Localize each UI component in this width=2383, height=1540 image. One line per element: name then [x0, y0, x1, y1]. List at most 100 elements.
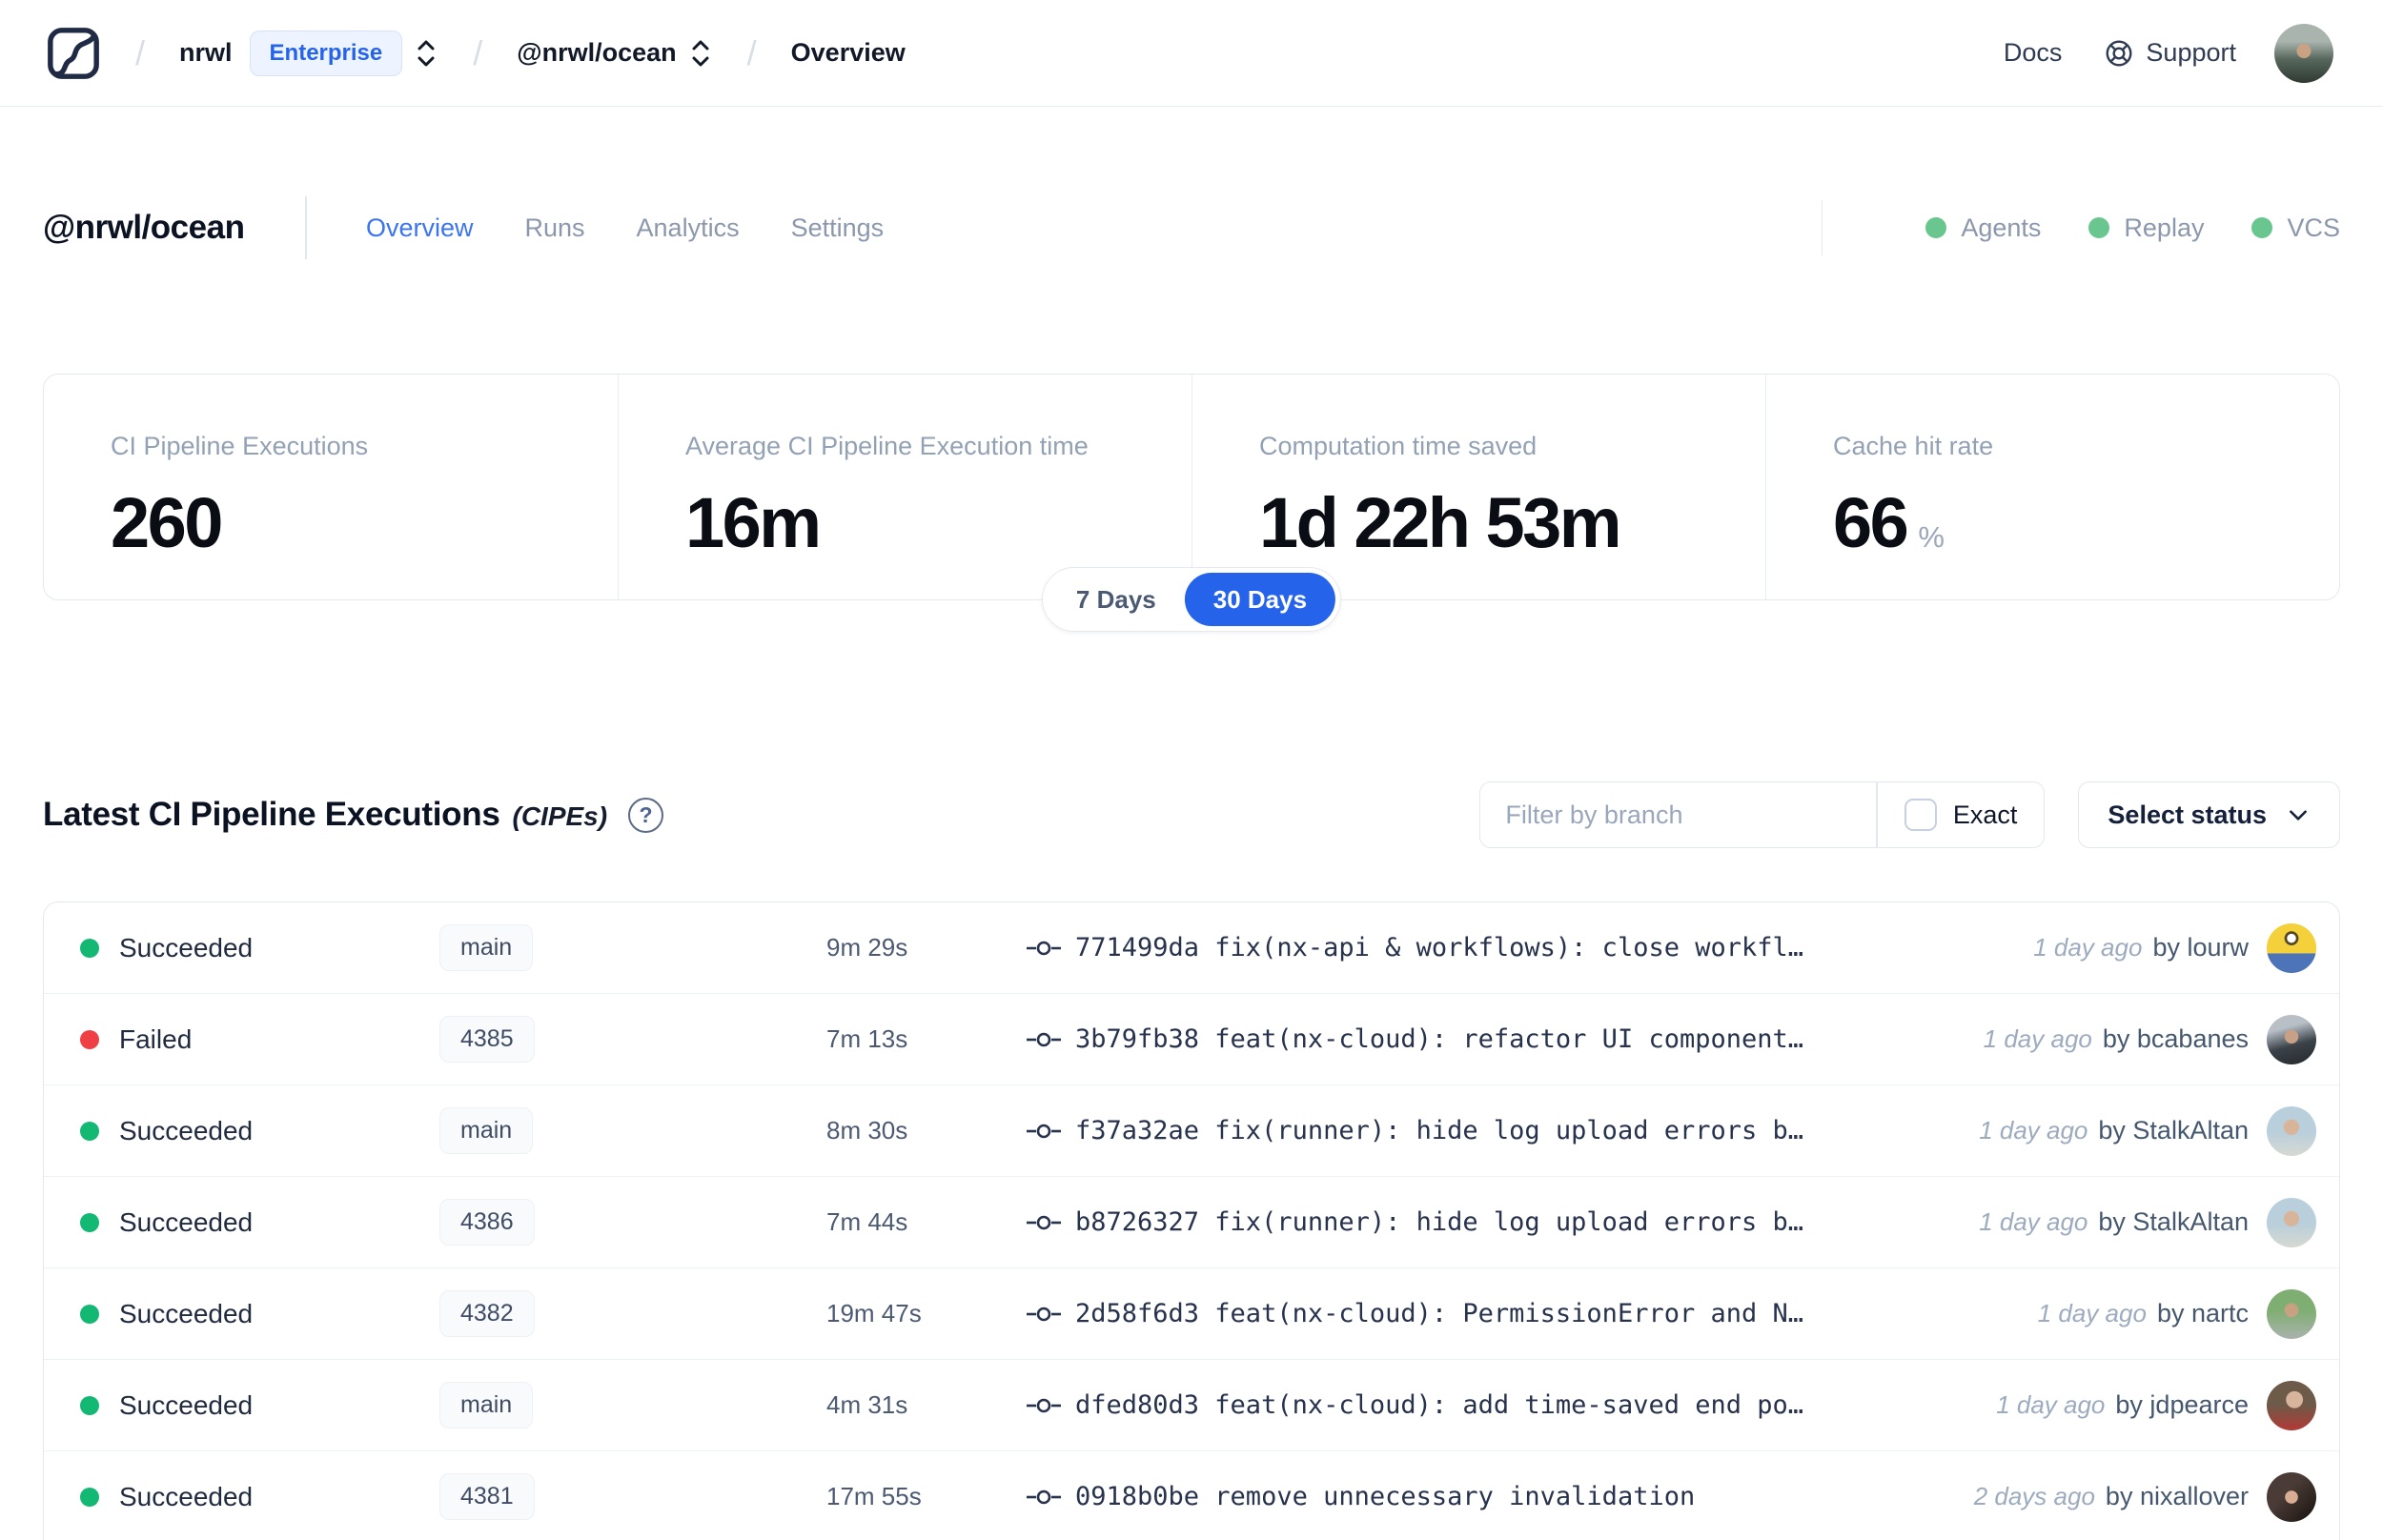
commit-message[interactable]: 3b79fb38 feat(nx-cloud): refactor UI com…	[1075, 1024, 1803, 1054]
breadcrumb-workspace[interactable]: @nrwl/ocean	[517, 38, 676, 68]
status-label: Succeeded	[119, 932, 254, 962]
status-dot-icon	[80, 1212, 99, 1232]
nx-cloud-logo-icon[interactable]	[46, 26, 101, 81]
duration: 9m 29s	[826, 933, 908, 962]
docs-link[interactable]: Docs	[2004, 38, 2063, 68]
time-ago: 1 day ago	[1996, 1390, 2106, 1419]
branch-badge[interactable]: main	[439, 924, 534, 971]
status-dot-icon	[80, 1121, 99, 1141]
git-commit-icon	[1026, 1302, 1064, 1327]
tab-settings[interactable]: Settings	[791, 213, 885, 243]
range-30-days-button[interactable]: 30 Days	[1184, 573, 1336, 626]
duration: 17m 55s	[826, 1482, 922, 1510]
life-buoy-icon	[2106, 40, 2132, 66]
branch-badge[interactable]: main	[439, 1107, 534, 1154]
status-label: Succeeded	[119, 1389, 254, 1420]
status-dot-icon	[80, 1487, 99, 1507]
status-label: Failed	[119, 1023, 193, 1054]
commit-message[interactable]: 2d58f6d3 feat(nx-cloud): PermissionError…	[1075, 1299, 1803, 1328]
help-icon[interactable]: ?	[628, 797, 664, 833]
author-avatar	[2267, 1105, 2316, 1156]
status-dot-icon	[80, 1304, 99, 1324]
status-label: Succeeded	[119, 1481, 254, 1511]
git-commit-icon	[1026, 1485, 1064, 1510]
workspace-header: @nrwl/ocean Overview Runs Analytics Sett…	[43, 189, 2340, 267]
author: by nixallover	[2105, 1482, 2249, 1510]
author: by StalkAltan	[2098, 1207, 2249, 1236]
top-navbar: / nrwl Enterprise / @nrwl/ocean / Overvi…	[0, 0, 2383, 107]
branch-badge[interactable]: 4386	[439, 1199, 535, 1246]
table-row[interactable]: Succeeded 4381 17m 55s 0918b0be remove u…	[44, 1451, 2339, 1540]
status-label: Succeeded	[119, 1206, 254, 1237]
breadcrumb-separator: /	[135, 32, 146, 72]
table-row[interactable]: Succeeded main 8m 30s f37a32ae fix(runne…	[44, 1085, 2339, 1177]
chevron-down-icon	[2290, 810, 2307, 821]
duration: 4m 31s	[826, 1390, 908, 1419]
service-status-vcs[interactable]: VCS	[2251, 213, 2340, 243]
author: by lourw	[2152, 933, 2249, 962]
duration: 7m 13s	[826, 1024, 908, 1053]
author-avatar	[2267, 1014, 2316, 1064]
status-dot-icon	[2251, 217, 2273, 238]
status-dot-icon	[2088, 217, 2110, 238]
cipe-table: Succeeded main 9m 29s 771499da fix(nx-ap…	[43, 902, 2340, 1540]
time-ago: 1 day ago	[1983, 1024, 2092, 1053]
table-row[interactable]: Succeeded 4386 7m 44s b8726327 fix(runne…	[44, 1177, 2339, 1268]
stat-ci-pipeline-executions: CI Pipeline Executions 260	[111, 432, 369, 562]
workspace-title: @nrwl/ocean	[43, 209, 245, 246]
table-row[interactable]: Succeeded main 9m 29s 771499da fix(nx-ap…	[44, 902, 2339, 994]
commit-message[interactable]: b8726327 fix(runner): hide log upload er…	[1075, 1207, 1803, 1237]
exact-checkbox[interactable]	[1904, 799, 1937, 831]
table-row[interactable]: Succeeded main 4m 31s dfed80d3 feat(nx-c…	[44, 1360, 2339, 1451]
percent-unit: %	[1918, 520, 1945, 554]
stats-section: CI Pipeline Executions 260 Average CI Pi…	[43, 374, 2340, 632]
status-dot-icon	[80, 1395, 99, 1415]
time-ago: 1 day ago	[1979, 1116, 2088, 1145]
support-label: Support	[2146, 38, 2236, 67]
section-title: Latest CI Pipeline Executions	[43, 796, 500, 833]
support-link[interactable]: Support	[2104, 38, 2236, 69]
branch-badge[interactable]: 4385	[439, 1016, 535, 1063]
branch-badge[interactable]: 4381	[439, 1473, 535, 1520]
git-commit-icon	[1026, 1210, 1064, 1235]
workspace-tabs: Overview Runs Analytics Settings	[366, 213, 884, 243]
status-dot-icon	[80, 938, 99, 958]
table-row[interactable]: Succeeded 4382 19m 47s 2d58f6d3 feat(nx-…	[44, 1268, 2339, 1360]
range-7-days-button[interactable]: 7 Days	[1048, 573, 1185, 626]
branch-badge[interactable]: main	[439, 1382, 534, 1429]
tab-analytics[interactable]: Analytics	[637, 213, 740, 243]
commit-message[interactable]: 771499da fix(nx-api & workflows): close …	[1075, 933, 1803, 962]
status-dot-icon	[1925, 217, 1947, 238]
commit-message[interactable]: 0918b0be remove unnecessary invalidation	[1075, 1482, 1695, 1511]
tab-runs[interactable]: Runs	[525, 213, 585, 243]
stat-average-execution-time: Average CI Pipeline Execution time 16m	[618, 375, 1192, 599]
time-ago: 1 day ago	[2037, 1299, 2147, 1327]
breadcrumb-org[interactable]: nrwl	[179, 38, 233, 68]
commit-message[interactable]: f37a32ae fix(runner): hide log upload er…	[1075, 1116, 1803, 1145]
author-avatar	[2267, 1380, 2316, 1430]
exact-label[interactable]: Exact	[1953, 800, 2018, 830]
breadcrumb-separator: /	[746, 32, 757, 72]
divider	[1821, 200, 1823, 255]
table-row[interactable]: Failed 4385 7m 13s 3b79fb38 feat(nx-clou…	[44, 994, 2339, 1085]
branch-filter-input[interactable]	[1480, 782, 1877, 847]
stat-cache-hit-rate: Cache hit rate 66 %	[1765, 375, 2339, 599]
service-status-agents[interactable]: Agents	[1925, 213, 2041, 243]
author-avatar	[2267, 1197, 2316, 1247]
author-avatar	[2267, 1471, 2316, 1522]
duration: 8m 30s	[826, 1116, 908, 1145]
service-status-replay[interactable]: Replay	[2088, 213, 2204, 243]
select-status-button[interactable]: Select status	[2078, 781, 2340, 848]
time-ago: 1 day ago	[1979, 1207, 2088, 1236]
workspace-switcher-icon[interactable]	[688, 34, 713, 72]
user-avatar[interactable]	[2274, 23, 2333, 83]
breadcrumb-separator: /	[473, 32, 483, 72]
org-switcher-icon[interactable]	[414, 34, 438, 72]
commit-message[interactable]: dfed80d3 feat(nx-cloud): add time-saved …	[1075, 1390, 1803, 1420]
author-avatar	[2267, 1288, 2316, 1339]
tab-overview[interactable]: Overview	[366, 213, 474, 243]
enterprise-badge: Enterprise	[249, 30, 403, 76]
time-ago: 2 days ago	[1973, 1482, 2095, 1510]
duration: 19m 47s	[826, 1299, 922, 1327]
branch-badge[interactable]: 4382	[439, 1290, 535, 1337]
